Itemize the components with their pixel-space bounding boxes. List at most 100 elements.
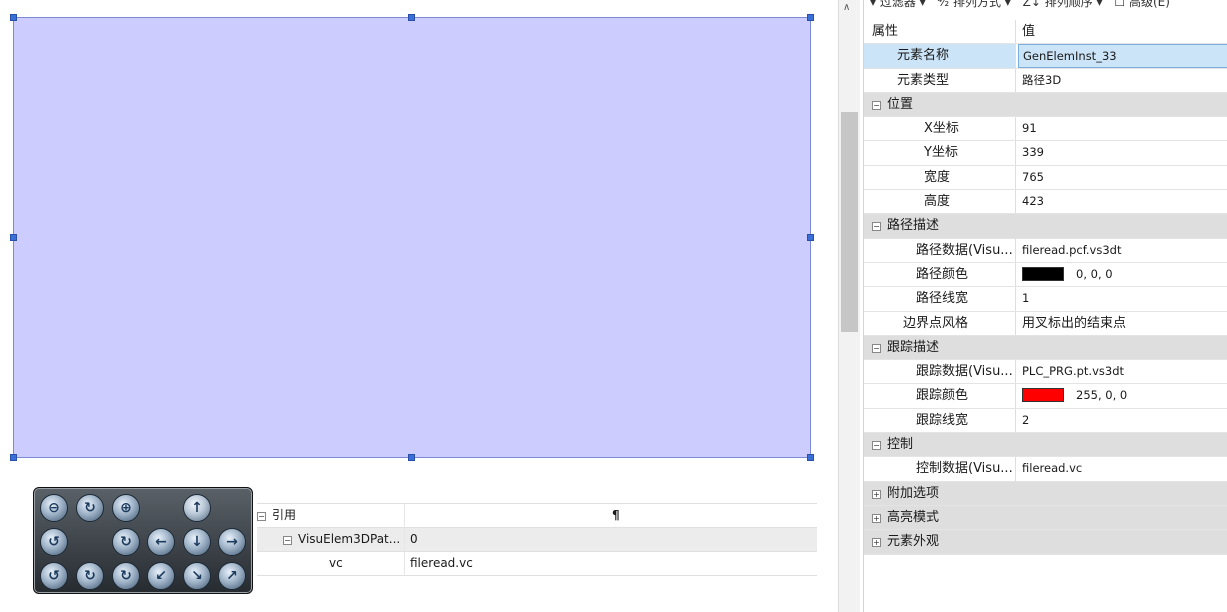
zoom-in-icon[interactable]: ⊕ bbox=[112, 494, 140, 522]
border-style-label: 边界点风格 bbox=[864, 311, 1016, 335]
y-label: Y坐标 bbox=[864, 141, 1016, 165]
trace-color-cell[interactable]: 255, 0, 0 bbox=[1022, 384, 1222, 407]
arrow-down-icon[interactable]: ↓ bbox=[183, 528, 211, 556]
collapse-icon[interactable]: − bbox=[283, 536, 292, 545]
grid-row-reference[interactable]: − 引用 ¶ bbox=[257, 504, 817, 528]
resize-handle-bottom-right[interactable] bbox=[807, 454, 814, 461]
expand-icon[interactable]: + bbox=[872, 538, 881, 548]
sort-order-button[interactable]: Z↓ 排列顺序 ▾ bbox=[1023, 0, 1103, 8]
row-y[interactable]: Y坐标 339 bbox=[864, 141, 1227, 166]
element-type-label: 元素类型 bbox=[864, 68, 1016, 92]
path3d-element[interactable] bbox=[13, 17, 811, 458]
advanced-button[interactable]: ☐ 高级(E) bbox=[1114, 0, 1170, 8]
position-label: 位置 bbox=[887, 96, 914, 112]
trace-label: 跟踪描述 bbox=[887, 339, 940, 355]
row-height[interactable]: 高度 423 bbox=[864, 190, 1227, 215]
tilt-right-icon[interactable]: ↘ bbox=[183, 562, 211, 590]
row-element-name[interactable]: 元素名称 GenElemInst_33 bbox=[864, 44, 1227, 69]
x-value[interactable]: 91 bbox=[1022, 117, 1222, 140]
collapse-icon[interactable]: − bbox=[872, 222, 881, 232]
category-position[interactable]: − 位置 bbox=[864, 92, 1227, 118]
x-label: X坐标 bbox=[864, 117, 1016, 141]
row-trace-width[interactable]: 跟踪线宽 2 bbox=[864, 408, 1227, 434]
trace-data-label: 跟踪数据(Visu... bbox=[864, 360, 1016, 384]
rotate-right-icon[interactable]: ↻ bbox=[112, 528, 140, 556]
visuelem-label: VisuElem3DPat... bbox=[298, 532, 401, 546]
border-style-value[interactable]: 用叉标出的结束点 bbox=[1022, 312, 1222, 335]
width-value[interactable]: 765 bbox=[1022, 166, 1222, 189]
scrollbar-thumb[interactable] bbox=[841, 112, 858, 332]
tilt-up-icon[interactable]: ↗ bbox=[218, 562, 246, 590]
collapse-icon[interactable]: − bbox=[257, 512, 266, 521]
rotate-z-icon[interactable]: ↻ bbox=[112, 562, 140, 590]
path-label: 路径描述 bbox=[887, 218, 940, 234]
row-width[interactable]: 宽度 765 bbox=[864, 165, 1227, 191]
category-control[interactable]: − 控制 bbox=[864, 433, 1227, 458]
element-name-value[interactable]: GenElemInst_33 bbox=[1018, 44, 1227, 68]
design-canvas[interactable]: ⊖ ↻ ⊕ ↑ ↺ ↻ ← ↓ → ↺ ↻ ↻ ↙ ↘ ↗ − 引用 ¶ − Vis… bbox=[0, 0, 838, 612]
category-appearance[interactable]: + 元素外观 bbox=[864, 530, 1227, 555]
vc-value[interactable]: fileread.vc bbox=[410, 552, 473, 576]
resize-handle-middle-right[interactable] bbox=[807, 234, 814, 241]
height-value[interactable]: 423 bbox=[1022, 190, 1222, 213]
path-color-swatch bbox=[1022, 266, 1064, 281]
arrow-left-icon[interactable]: ← bbox=[147, 528, 175, 556]
collapse-icon[interactable]: − bbox=[872, 100, 881, 110]
category-path[interactable]: − 路径描述 bbox=[864, 214, 1227, 239]
trace-width-label: 跟踪线宽 bbox=[864, 408, 1016, 433]
expand-icon[interactable]: + bbox=[872, 513, 881, 523]
category-extra-options[interactable]: + 附加选项 bbox=[864, 481, 1227, 506]
scroll-up-icon[interactable]: ∧ bbox=[843, 2, 850, 13]
row-path-color[interactable]: 路径颜色 0, 0, 0 bbox=[864, 262, 1227, 288]
resize-handle-bottom-center[interactable] bbox=[408, 454, 415, 461]
rotate-x-icon[interactable]: ↺ bbox=[40, 562, 68, 590]
category-highlight[interactable]: + 高亮模式 bbox=[864, 505, 1227, 531]
row-trace-data[interactable]: 跟踪数据(Visu... PLC_PRG.pt.vs3dt bbox=[864, 360, 1227, 385]
resize-handle-top-center[interactable] bbox=[408, 14, 415, 21]
path-data-value[interactable]: fileread.pcf.vs3dt bbox=[1022, 239, 1222, 262]
zoom-out-icon[interactable]: ⊖ bbox=[40, 494, 68, 522]
grid-row-visuelem[interactable]: − VisuElem3DPat... 0 bbox=[257, 528, 817, 552]
resize-handle-bottom-left[interactable] bbox=[10, 454, 17, 461]
category-trace[interactable]: − 跟踪描述 bbox=[864, 335, 1227, 361]
resize-handle-middle-left[interactable] bbox=[10, 234, 17, 241]
arrow-right-icon[interactable]: → bbox=[218, 528, 246, 556]
path-width-value[interactable]: 1 bbox=[1022, 287, 1222, 310]
sort-mode-button[interactable]: ⁴⁄₂ 排列方式 ▾ bbox=[938, 0, 1011, 8]
arrow-up-icon[interactable]: ↑ bbox=[183, 494, 211, 522]
grid-row-partial bbox=[257, 492, 817, 504]
visuelem-value: 0 bbox=[410, 532, 418, 546]
trace-width-value[interactable]: 2 bbox=[1022, 409, 1222, 432]
trace-data-value[interactable]: PLC_PRG.pt.vs3dt bbox=[1022, 360, 1222, 383]
visuelem-label-cell: − VisuElem3DPat... bbox=[257, 528, 405, 552]
row-path-data[interactable]: 路径数据(Visu... fileread.pcf.vs3dt bbox=[864, 238, 1227, 263]
collapse-icon[interactable]: − bbox=[872, 441, 881, 451]
reference-label-cell: − 引用 bbox=[257, 504, 405, 528]
rotate-left-icon[interactable]: ↺ bbox=[40, 528, 68, 556]
reference-edit-icon[interactable]: ¶ bbox=[612, 504, 620, 528]
resize-handle-top-right[interactable] bbox=[807, 14, 814, 21]
element-type-value: 路径3D bbox=[1022, 72, 1062, 87]
row-element-type[interactable]: 元素类型 路径3D bbox=[864, 68, 1227, 93]
row-trace-color[interactable]: 跟踪颜色 255, 0, 0 bbox=[864, 384, 1227, 409]
filter-button[interactable]: ▾ 过滤器 ▾ bbox=[870, 0, 926, 8]
row-x[interactable]: X坐标 91 bbox=[864, 117, 1227, 142]
extra-options-cell: + 附加选项 bbox=[864, 482, 1016, 505]
resize-handle-top-left[interactable] bbox=[10, 14, 17, 21]
rotate-y-icon[interactable]: ↻ bbox=[76, 562, 104, 590]
control-data-value[interactable]: fileread.vc bbox=[1022, 457, 1222, 480]
tilt-down-icon[interactable]: ↙ bbox=[147, 562, 175, 590]
row-control-data[interactable]: 控制数据(Visu... fileread.vc bbox=[864, 457, 1227, 482]
grid-row-vc[interactable]: vc fileread.vc bbox=[257, 552, 817, 576]
vertical-scrollbar[interactable]: ∧ bbox=[838, 0, 860, 612]
width-label: 宽度 bbox=[864, 165, 1016, 190]
expand-icon[interactable]: + bbox=[872, 489, 881, 499]
height-label: 高度 bbox=[864, 190, 1016, 214]
row-path-width[interactable]: 路径线宽 1 bbox=[864, 287, 1227, 312]
row-border-style[interactable]: 边界点风格 用叉标出的结束点 bbox=[864, 311, 1227, 336]
highlight-label: 高亮模式 bbox=[887, 509, 940, 525]
refresh-view-icon[interactable]: ↻ bbox=[76, 494, 104, 522]
path-color-cell[interactable]: 0, 0, 0 bbox=[1022, 263, 1222, 286]
collapse-icon[interactable]: − bbox=[872, 343, 881, 353]
y-value[interactable]: 339 bbox=[1022, 141, 1222, 164]
